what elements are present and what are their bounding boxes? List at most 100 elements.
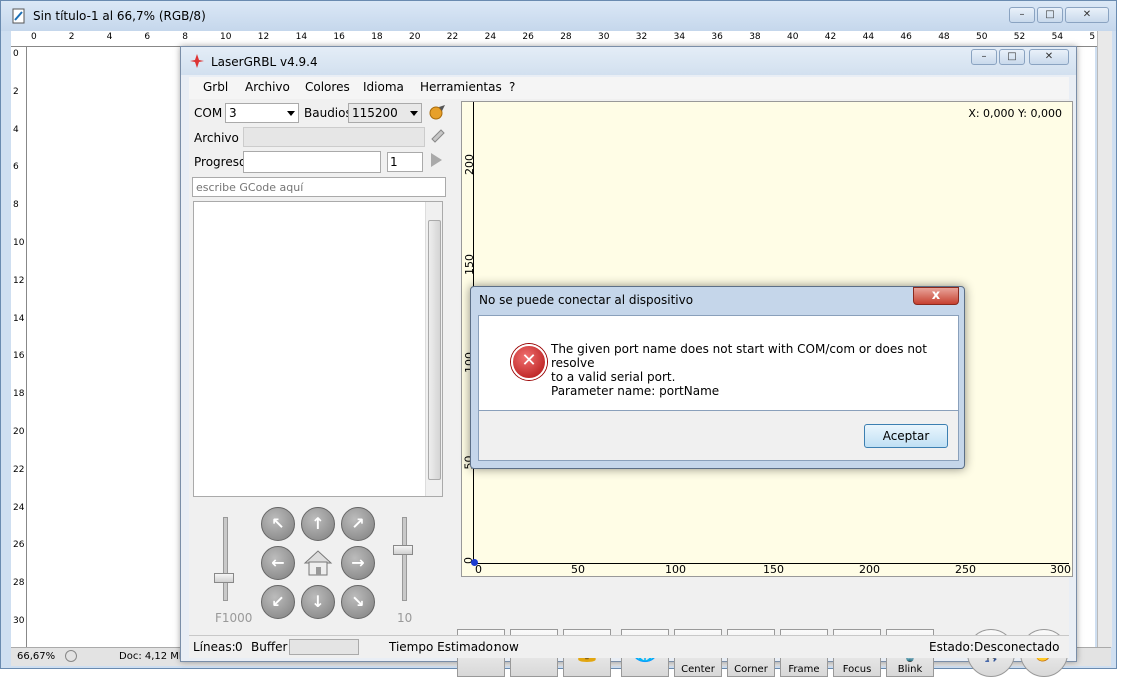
lg-close-button[interactable]: ✕ bbox=[1029, 49, 1069, 65]
jog-up-right-button[interactable]: ↗ bbox=[341, 507, 375, 541]
home-button[interactable] bbox=[301, 546, 335, 580]
ps-minimize-button[interactable]: – bbox=[1009, 7, 1035, 23]
ps-status-icon[interactable] bbox=[65, 650, 77, 662]
ruler-top-tick: 0 bbox=[31, 32, 37, 42]
dialog-body: ✕ The given port name does not start wit… bbox=[478, 315, 959, 411]
error-icon: ✕ bbox=[511, 344, 547, 380]
ruler-left-tick: 8 bbox=[13, 200, 19, 211]
dialog-close-button[interactable]: x bbox=[913, 287, 959, 305]
ruler-top-tick: 46 bbox=[900, 32, 912, 42]
ruler-top-tick: 14 bbox=[295, 32, 308, 42]
ps-close-button[interactable]: ✕ bbox=[1065, 7, 1109, 23]
x-axis-label-250: 250 bbox=[955, 563, 976, 576]
ruler-top-tick: 2 bbox=[68, 32, 75, 42]
ruler-left-tick: 20 bbox=[13, 427, 25, 437]
speed-value: F1000 bbox=[215, 611, 253, 625]
ruler-left-tick: 14 bbox=[13, 313, 25, 324]
photoshop-titlebar[interactable]: Sin título-1 al 66,7% (RGB/8) – □ ✕ bbox=[1, 1, 1116, 31]
com-label: COM bbox=[194, 106, 223, 120]
ruler-top-tick: 50 bbox=[976, 32, 988, 42]
ruler-top-tick: 52 bbox=[1013, 32, 1026, 42]
passes-stepper[interactable]: 1 bbox=[387, 152, 423, 172]
state-value: Desconectado bbox=[974, 640, 1060, 654]
console-log[interactable] bbox=[193, 201, 443, 497]
jog-right-button[interactable]: → bbox=[341, 546, 375, 580]
step-slider-track[interactable] bbox=[402, 517, 407, 601]
ruler-left-tick: 18 bbox=[13, 389, 25, 400]
laser-logo-icon bbox=[189, 53, 205, 69]
menu-help[interactable]: ? bbox=[509, 80, 515, 94]
ruler-left-tick: 24 bbox=[13, 502, 25, 513]
ruler-left-tick: 2 bbox=[13, 86, 19, 97]
ps-zoom-value[interactable]: 66,67% bbox=[17, 651, 55, 662]
jog-down-left-button[interactable]: ↙ bbox=[261, 585, 295, 619]
ruler-top-tick: 22 bbox=[446, 32, 459, 42]
x-axis-label-150: 150 bbox=[763, 563, 784, 576]
dialog-message-line3: Parameter name: portName bbox=[551, 384, 720, 398]
baud-label: Baudios bbox=[304, 106, 352, 120]
error-dialog: No se puede conectar al dispositivo x ✕ … bbox=[470, 286, 965, 469]
dialog-message: The given port name does not start with … bbox=[551, 342, 941, 398]
progress-label: Progreso bbox=[194, 155, 247, 169]
x-axis-label-50: 50 bbox=[571, 563, 585, 576]
x-axis-label-300: 300 bbox=[1050, 563, 1071, 576]
com-port-select[interactable]: 3 bbox=[225, 103, 299, 123]
ps-doc-size: Doc: 4,12 MB bbox=[119, 651, 186, 662]
open-file-icon[interactable] bbox=[429, 127, 447, 145]
ruler-top-tick: 32 bbox=[635, 32, 648, 42]
dialog-footer: Aceptar bbox=[478, 411, 959, 461]
accept-button[interactable]: Aceptar bbox=[864, 424, 948, 448]
lasergrbl-titlebar[interactable]: LaserGRBL v4.9.4 – □ ✕ bbox=[181, 47, 1076, 75]
baud-rate-select[interactable]: 115200 bbox=[348, 103, 422, 123]
menu-grbl[interactable]: Grbl bbox=[203, 80, 228, 94]
lg-maximize-button[interactable]: □ bbox=[999, 49, 1025, 65]
jog-up-button[interactable]: ↑ bbox=[301, 507, 335, 541]
y-axis-label-200: 200 bbox=[463, 154, 476, 175]
gcode-input[interactable] bbox=[192, 177, 446, 197]
jog-up-left-button[interactable]: ↖ bbox=[261, 507, 295, 541]
ruler-top-tick: 4 bbox=[106, 32, 113, 42]
menu-idioma[interactable]: Idioma bbox=[363, 80, 404, 94]
speed-slider-track[interactable] bbox=[223, 517, 228, 601]
blink-label: Blink bbox=[897, 664, 923, 675]
dialog-title: No se puede conectar al dispositivo bbox=[479, 293, 694, 307]
photoshop-document-icon bbox=[11, 8, 27, 24]
run-program-icon[interactable] bbox=[431, 153, 442, 167]
console-scrollbar[interactable] bbox=[425, 202, 442, 496]
speed-slider-thumb[interactable] bbox=[214, 573, 234, 583]
ps-maximize-button[interactable]: □ bbox=[1037, 7, 1063, 23]
ruler-top-tick: 18 bbox=[371, 32, 383, 42]
jog-down-right-button[interactable]: ↘ bbox=[341, 585, 375, 619]
passes-value: 1 bbox=[390, 155, 398, 169]
lasergrbl-statusbar: Líneas: 0 Buffer Tiempo Estimado: now Es… bbox=[189, 635, 1069, 658]
menu-colores[interactable]: Colores bbox=[305, 80, 350, 94]
x-axis-label-100: 100 bbox=[665, 563, 686, 576]
jog-left-button[interactable]: ← bbox=[261, 546, 295, 580]
y-axis-label-150: 150 bbox=[463, 254, 476, 275]
connect-icon[interactable] bbox=[427, 103, 447, 123]
jog-down-button[interactable]: ↓ bbox=[301, 585, 335, 619]
lines-value: 0 bbox=[235, 640, 243, 654]
progress-bar bbox=[243, 151, 381, 173]
step-slider-thumb[interactable] bbox=[393, 545, 413, 555]
lg-minimize-button[interactable]: – bbox=[971, 49, 997, 65]
file-path-field[interactable] bbox=[243, 127, 425, 147]
center-label: Center bbox=[681, 664, 715, 675]
lasergrbl-menubar: Grbl Archivo Colores Idioma Herramientas… bbox=[189, 77, 1069, 99]
menu-herramientas[interactable]: Herramientas bbox=[420, 80, 502, 94]
ruler-left-tick: 22 bbox=[13, 464, 25, 475]
step-value: 10 bbox=[397, 611, 413, 625]
menu-archivo[interactable]: Archivo bbox=[245, 80, 290, 94]
ruler-top-tick: 5 bbox=[1089, 32, 1096, 42]
photoshop-title: Sin título-1 al 66,7% (RGB/8) bbox=[33, 9, 206, 23]
ps-vertical-scrollbar[interactable] bbox=[1097, 31, 1112, 647]
ruler-vertical: 0 2 4 6 8 10 12 14 16 18 20 22 24 26 28 30 bbox=[11, 47, 27, 647]
ruler-left-tick: 12 bbox=[13, 275, 25, 286]
ruler-left-tick: 10 bbox=[13, 238, 25, 248]
console-scroll-thumb[interactable] bbox=[428, 220, 441, 480]
ruler-top-tick: 16 bbox=[333, 32, 345, 42]
ruler-left-tick: 4 bbox=[13, 124, 19, 135]
ruler-top-tick: 40 bbox=[787, 32, 799, 42]
lines-label: Líneas: bbox=[193, 640, 236, 654]
ruler-top-tick: 28 bbox=[560, 32, 572, 42]
